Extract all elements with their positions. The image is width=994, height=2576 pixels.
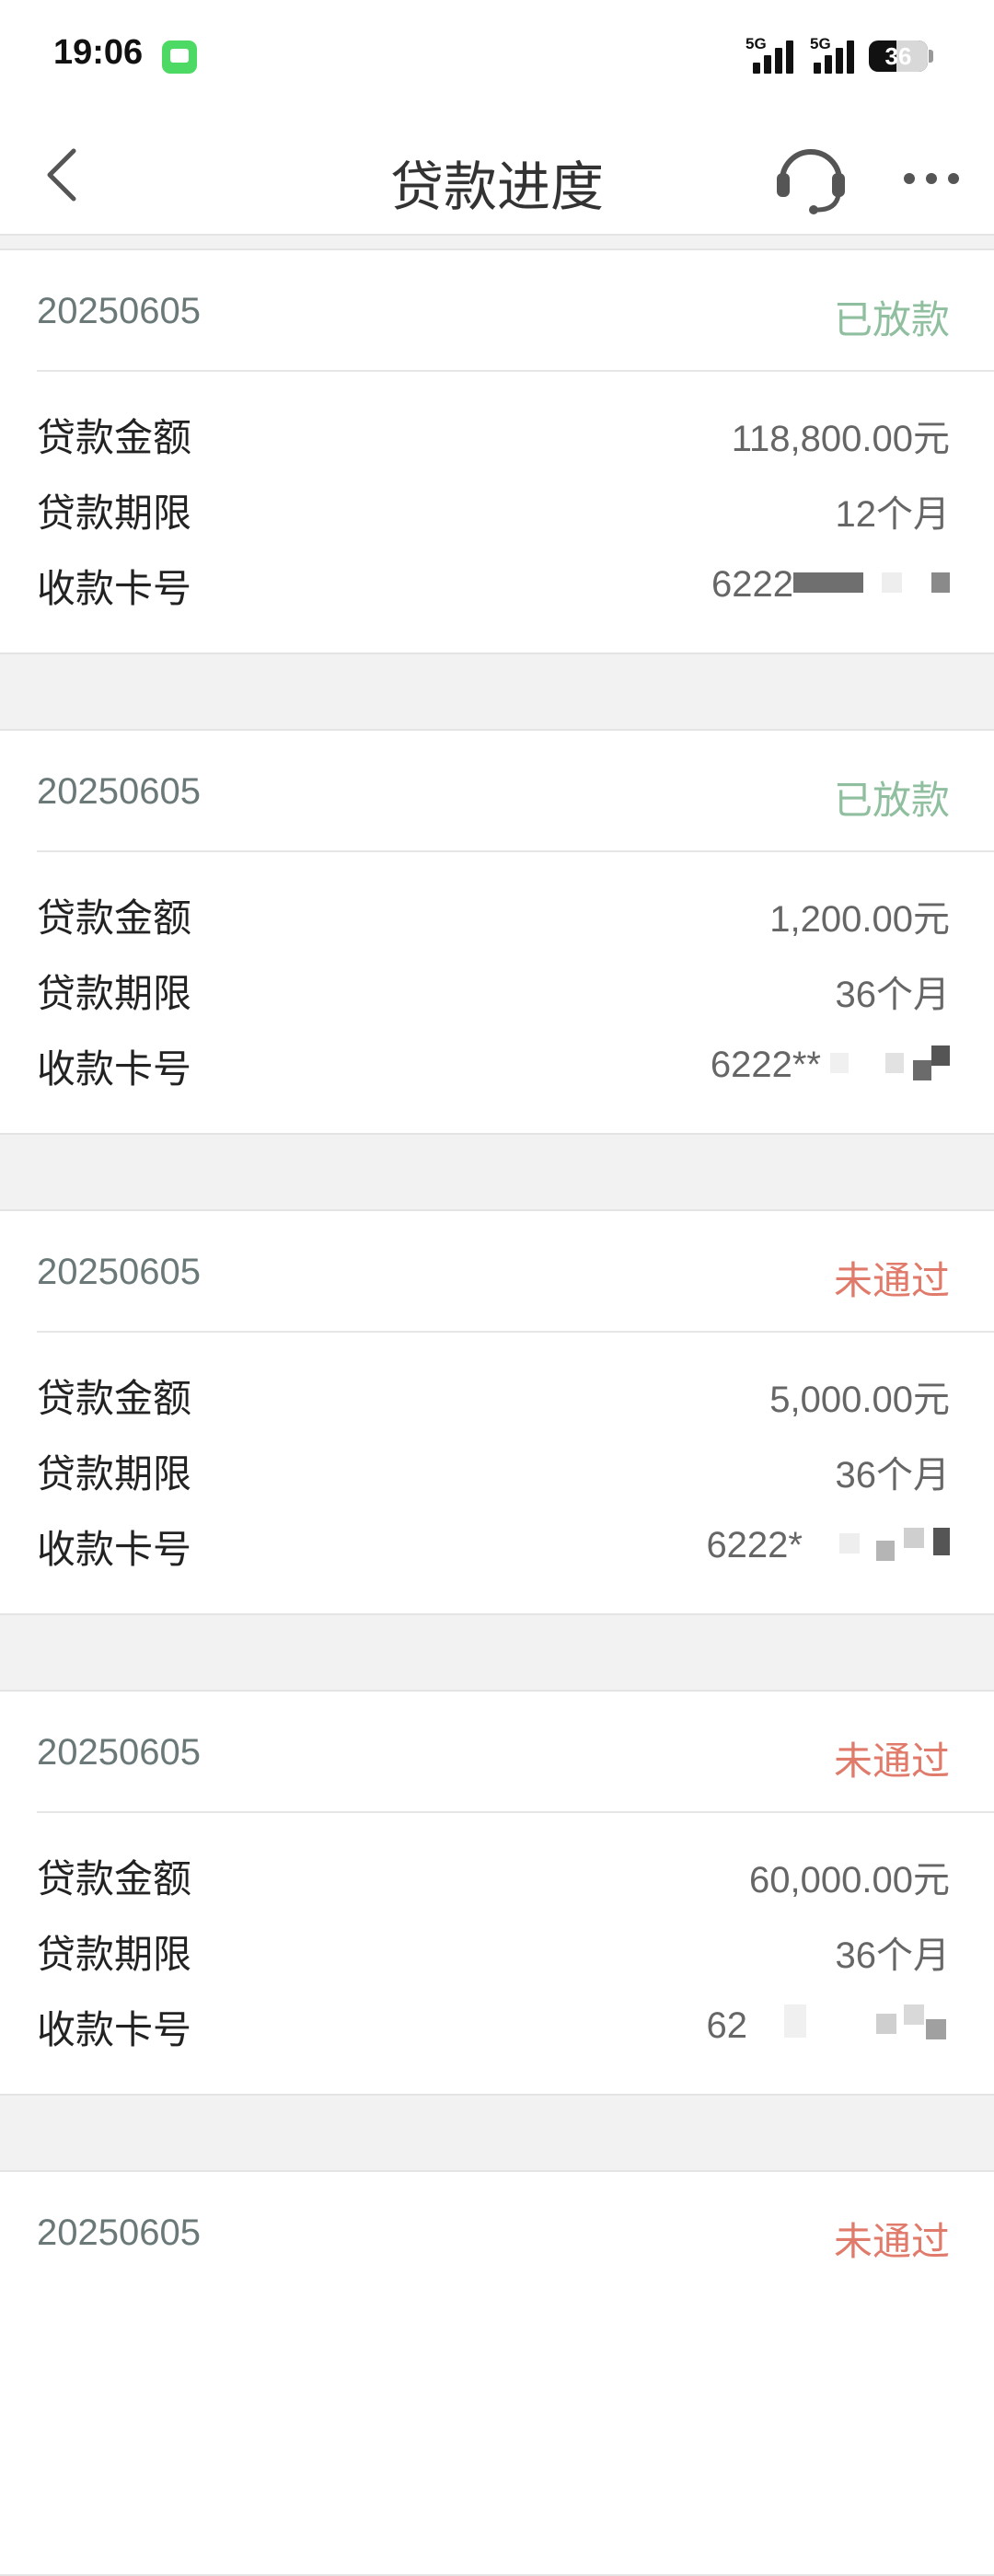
loan-card[interactable]: 20250605 已放款 贷款金额 1,200.00元 贷款期限 36个月 收款…	[0, 729, 994, 1135]
more-icon	[904, 173, 959, 184]
amount-label: 贷款金额	[37, 895, 192, 941]
loan-status: 已放款	[833, 778, 950, 823]
battery-tip	[929, 50, 933, 63]
term-value: 12个月	[835, 494, 951, 535]
card-number-mask	[803, 1520, 950, 1561]
term-value: 36个月	[835, 1935, 951, 1976]
loan-card[interactable]: 20250605 未通过 贷款金额 5,000.00元 贷款期限 36个月 收款…	[0, 1209, 994, 1615]
loan-status: 未通过	[833, 2219, 950, 2264]
more-button[interactable]	[898, 151, 972, 206]
term-label: 贷款期限	[37, 491, 192, 536]
divider	[37, 1811, 994, 1813]
amount-row: 贷款金额 1,200.00元	[0, 887, 994, 942]
loan-status: 已放款	[833, 297, 950, 342]
amount-value: 60,000.00元	[749, 1860, 950, 1900]
card-label: 收款卡号	[37, 2007, 192, 2052]
card-number: 62	[707, 2001, 951, 2047]
term-row: 贷款期限 36个月	[0, 963, 994, 1018]
amount-value: 1,200.00元	[769, 899, 950, 940]
card-number: 6222	[711, 560, 950, 606]
loan-status: 未通过	[833, 1739, 950, 1784]
card-number-prefix: 62	[706, 2005, 748, 2046]
loan-card[interactable]: 20250605 未通过 贷款金额 60,000.00元 贷款期限 36个月 收…	[0, 1690, 994, 2096]
customer-service-button[interactable]	[769, 134, 852, 217]
headset-icon	[777, 149, 845, 214]
card-label: 收款卡号	[37, 1046, 192, 1092]
card-row: 收款卡号 6222*	[0, 1519, 994, 1574]
loan-status: 未通过	[833, 1258, 950, 1303]
signal-icon: 5G	[744, 35, 803, 74]
loan-date: 20250605	[37, 2212, 201, 2253]
amount-value: 5,000.00元	[769, 1380, 950, 1420]
card-number-mask	[747, 2001, 950, 2039]
term-label: 贷款期限	[37, 1451, 192, 1496]
amount-label: 贷款金额	[37, 415, 192, 460]
card-number-prefix: 6222	[711, 564, 793, 605]
divider	[37, 850, 994, 852]
message-app-icon	[162, 40, 197, 74]
divider	[37, 370, 994, 372]
card-label: 收款卡号	[37, 1527, 192, 1572]
loan-date: 20250605	[37, 291, 201, 331]
battery-icon: 36	[869, 40, 928, 72]
card-number-prefix: 6222*	[706, 1525, 803, 1565]
amount-row: 贷款金额 118,800.00元	[0, 407, 994, 462]
loan-date: 20250605	[37, 1252, 201, 1292]
amount-value: 118,800.00元	[731, 419, 950, 459]
card-row: 收款卡号 62	[0, 1999, 994, 2054]
loan-date: 20250605	[37, 1732, 201, 1773]
network-type-label: 5G	[746, 35, 767, 52]
term-row: 贷款期限 36个月	[0, 1443, 994, 1498]
amount-row: 贷款金额 60,000.00元	[0, 1848, 994, 1903]
term-label: 贷款期限	[37, 971, 192, 1016]
battery-level: 36	[884, 42, 912, 70]
card-number-mask	[821, 1040, 950, 1080]
card-number-mask	[793, 560, 950, 596]
term-label: 贷款期限	[37, 1932, 192, 1977]
card-number-prefix: 6222**	[710, 1045, 821, 1085]
card-number: 6222**	[711, 1040, 950, 1086]
card-row: 收款卡号 6222**	[0, 1038, 994, 1093]
card-number: 6222*	[706, 1520, 950, 1566]
status-bar: 19:06 5G 5G 36	[0, 0, 994, 114]
status-time: 19:06	[53, 33, 144, 72]
network-type-label: 5G	[810, 35, 831, 52]
amount-label: 贷款金额	[37, 1856, 192, 1901]
amount-row: 贷款金额 5,000.00元	[0, 1368, 994, 1423]
term-row: 贷款期限 12个月	[0, 482, 994, 537]
loan-card[interactable]: 20250605 未通过	[0, 2170, 994, 2576]
nav-bar: 贷款进度	[0, 114, 994, 236]
term-row: 贷款期限 36个月	[0, 1923, 994, 1979]
term-value: 36个月	[835, 975, 951, 1015]
card-label: 收款卡号	[37, 566, 192, 611]
amount-label: 贷款金额	[37, 1376, 192, 1421]
term-value: 36个月	[835, 1455, 951, 1496]
loan-date: 20250605	[37, 771, 201, 812]
divider	[37, 1331, 994, 1333]
signal-icon: 5G	[808, 35, 867, 74]
card-row: 收款卡号 6222	[0, 558, 994, 613]
loan-card[interactable]: 20250605 已放款 贷款金额 118,800.00元 贷款期限 12个月 …	[0, 248, 994, 654]
